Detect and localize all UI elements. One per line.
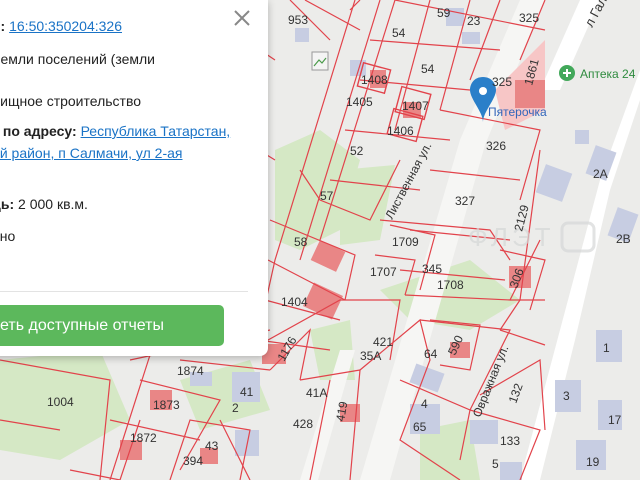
address-link-line2[interactable]: ий район, п Салмачи, ул 2-ая (0, 145, 182, 161)
parcel-number-label: 394 (183, 454, 203, 468)
parcel-number-label: 1 (603, 341, 610, 355)
status-value: ено (0, 228, 16, 244)
parcel-number-label: 326 (486, 139, 506, 153)
building (575, 130, 589, 144)
parcel-number-label: 1874 (177, 364, 204, 378)
area-row: дь: 2 000 кв.м. (0, 196, 88, 212)
parcel-number-label: 23 (467, 14, 481, 28)
parcel-number-label: 57 (320, 189, 334, 203)
parcel-number-label: 59 (437, 6, 451, 20)
parcel-number-label: 2А (593, 167, 608, 181)
parcel-number-label: 421 (373, 335, 393, 349)
parcel-number-label: 1709 (392, 235, 419, 249)
parcel-number-label: 65 (413, 420, 427, 434)
parcel-number-label: 58 (294, 235, 308, 249)
building (470, 420, 498, 444)
land-category: Земли поселений (земли (0, 51, 155, 67)
parcel-number-label: 2 (232, 401, 239, 415)
building (500, 462, 522, 480)
parcel-number-label: 1407 (402, 99, 429, 113)
divider (0, 291, 248, 292)
area-label: дь: (0, 196, 15, 212)
parcel-number-label: 1872 (130, 431, 157, 445)
location-pin-dot (479, 87, 487, 95)
parcel-number-label: 2В (616, 232, 631, 246)
area-value: 2 000 кв.м. (18, 196, 88, 212)
parcel-number-label: 1707 (370, 265, 397, 279)
parcel-number-label: 1708 (437, 278, 464, 292)
parcel-number-label: 3 (563, 389, 570, 403)
parcel-number-label: 64 (424, 347, 438, 361)
parcel-number-label: 41А (306, 386, 327, 400)
permitted-use: лищное строительство (0, 93, 142, 109)
building (295, 28, 309, 42)
parcel-number-label: 1406 (387, 124, 414, 138)
parcel-info-popup: р: 16:50:350204:326 Земли поселений (зем… (0, 0, 268, 356)
parcel-number-label: 43 (205, 439, 219, 453)
parcel-number-label: 52 (350, 144, 364, 158)
parcel-number-label: 54 (392, 26, 406, 40)
parcel-number-label: 325 (492, 75, 512, 89)
address-row-2: ий район, п Салмачи, ул 2-ая (0, 145, 182, 161)
address-label: к по адресу: (0, 123, 81, 139)
parcel-number-label: 5 (492, 457, 499, 471)
parcel-number-label: 17 (608, 413, 622, 427)
view-reports-button[interactable]: еть доступные отчеты (0, 305, 224, 346)
parcel-number-label: 325 (519, 11, 539, 25)
parcel-number-label: 428 (293, 417, 313, 431)
parcel-number-label: 345 (422, 262, 442, 276)
address-row: к по адресу: Республика Татарстан, (0, 123, 230, 139)
parcel-number-label: 133 (500, 434, 520, 448)
poi-apteka[interactable]: Аптека 24 (580, 67, 636, 81)
parcel-number-label: 1873 (153, 398, 180, 412)
cadastral-number-label: р: (0, 18, 6, 34)
parcel-number-label: 1408 (361, 73, 388, 87)
parcel-number-label: 54 (421, 62, 435, 76)
parcel-number-label: 953 (288, 13, 308, 27)
cadastral-number-link[interactable]: 16:50:350204:326 (9, 18, 122, 34)
poi-pyaterochka[interactable]: Пятерочка (488, 105, 547, 119)
parcel-number-label: 1404 (281, 295, 308, 309)
address-link-line1[interactable]: Республика Татарстан, (81, 123, 231, 139)
parcel-number-label: 327 (455, 194, 475, 208)
parcel-number-label: 1004 (47, 395, 74, 409)
parcel-number-label: 1405 (346, 95, 373, 109)
parcel-number-label: 4 (421, 397, 428, 411)
building (462, 32, 480, 44)
cadastral-number-row: р: 16:50:350204:326 (0, 18, 122, 34)
parcel-number-label: 35А (360, 349, 381, 363)
close-icon[interactable] (232, 8, 252, 28)
parcel-number-label: 19 (586, 455, 600, 469)
parcel-number-label: 41 (240, 385, 254, 399)
